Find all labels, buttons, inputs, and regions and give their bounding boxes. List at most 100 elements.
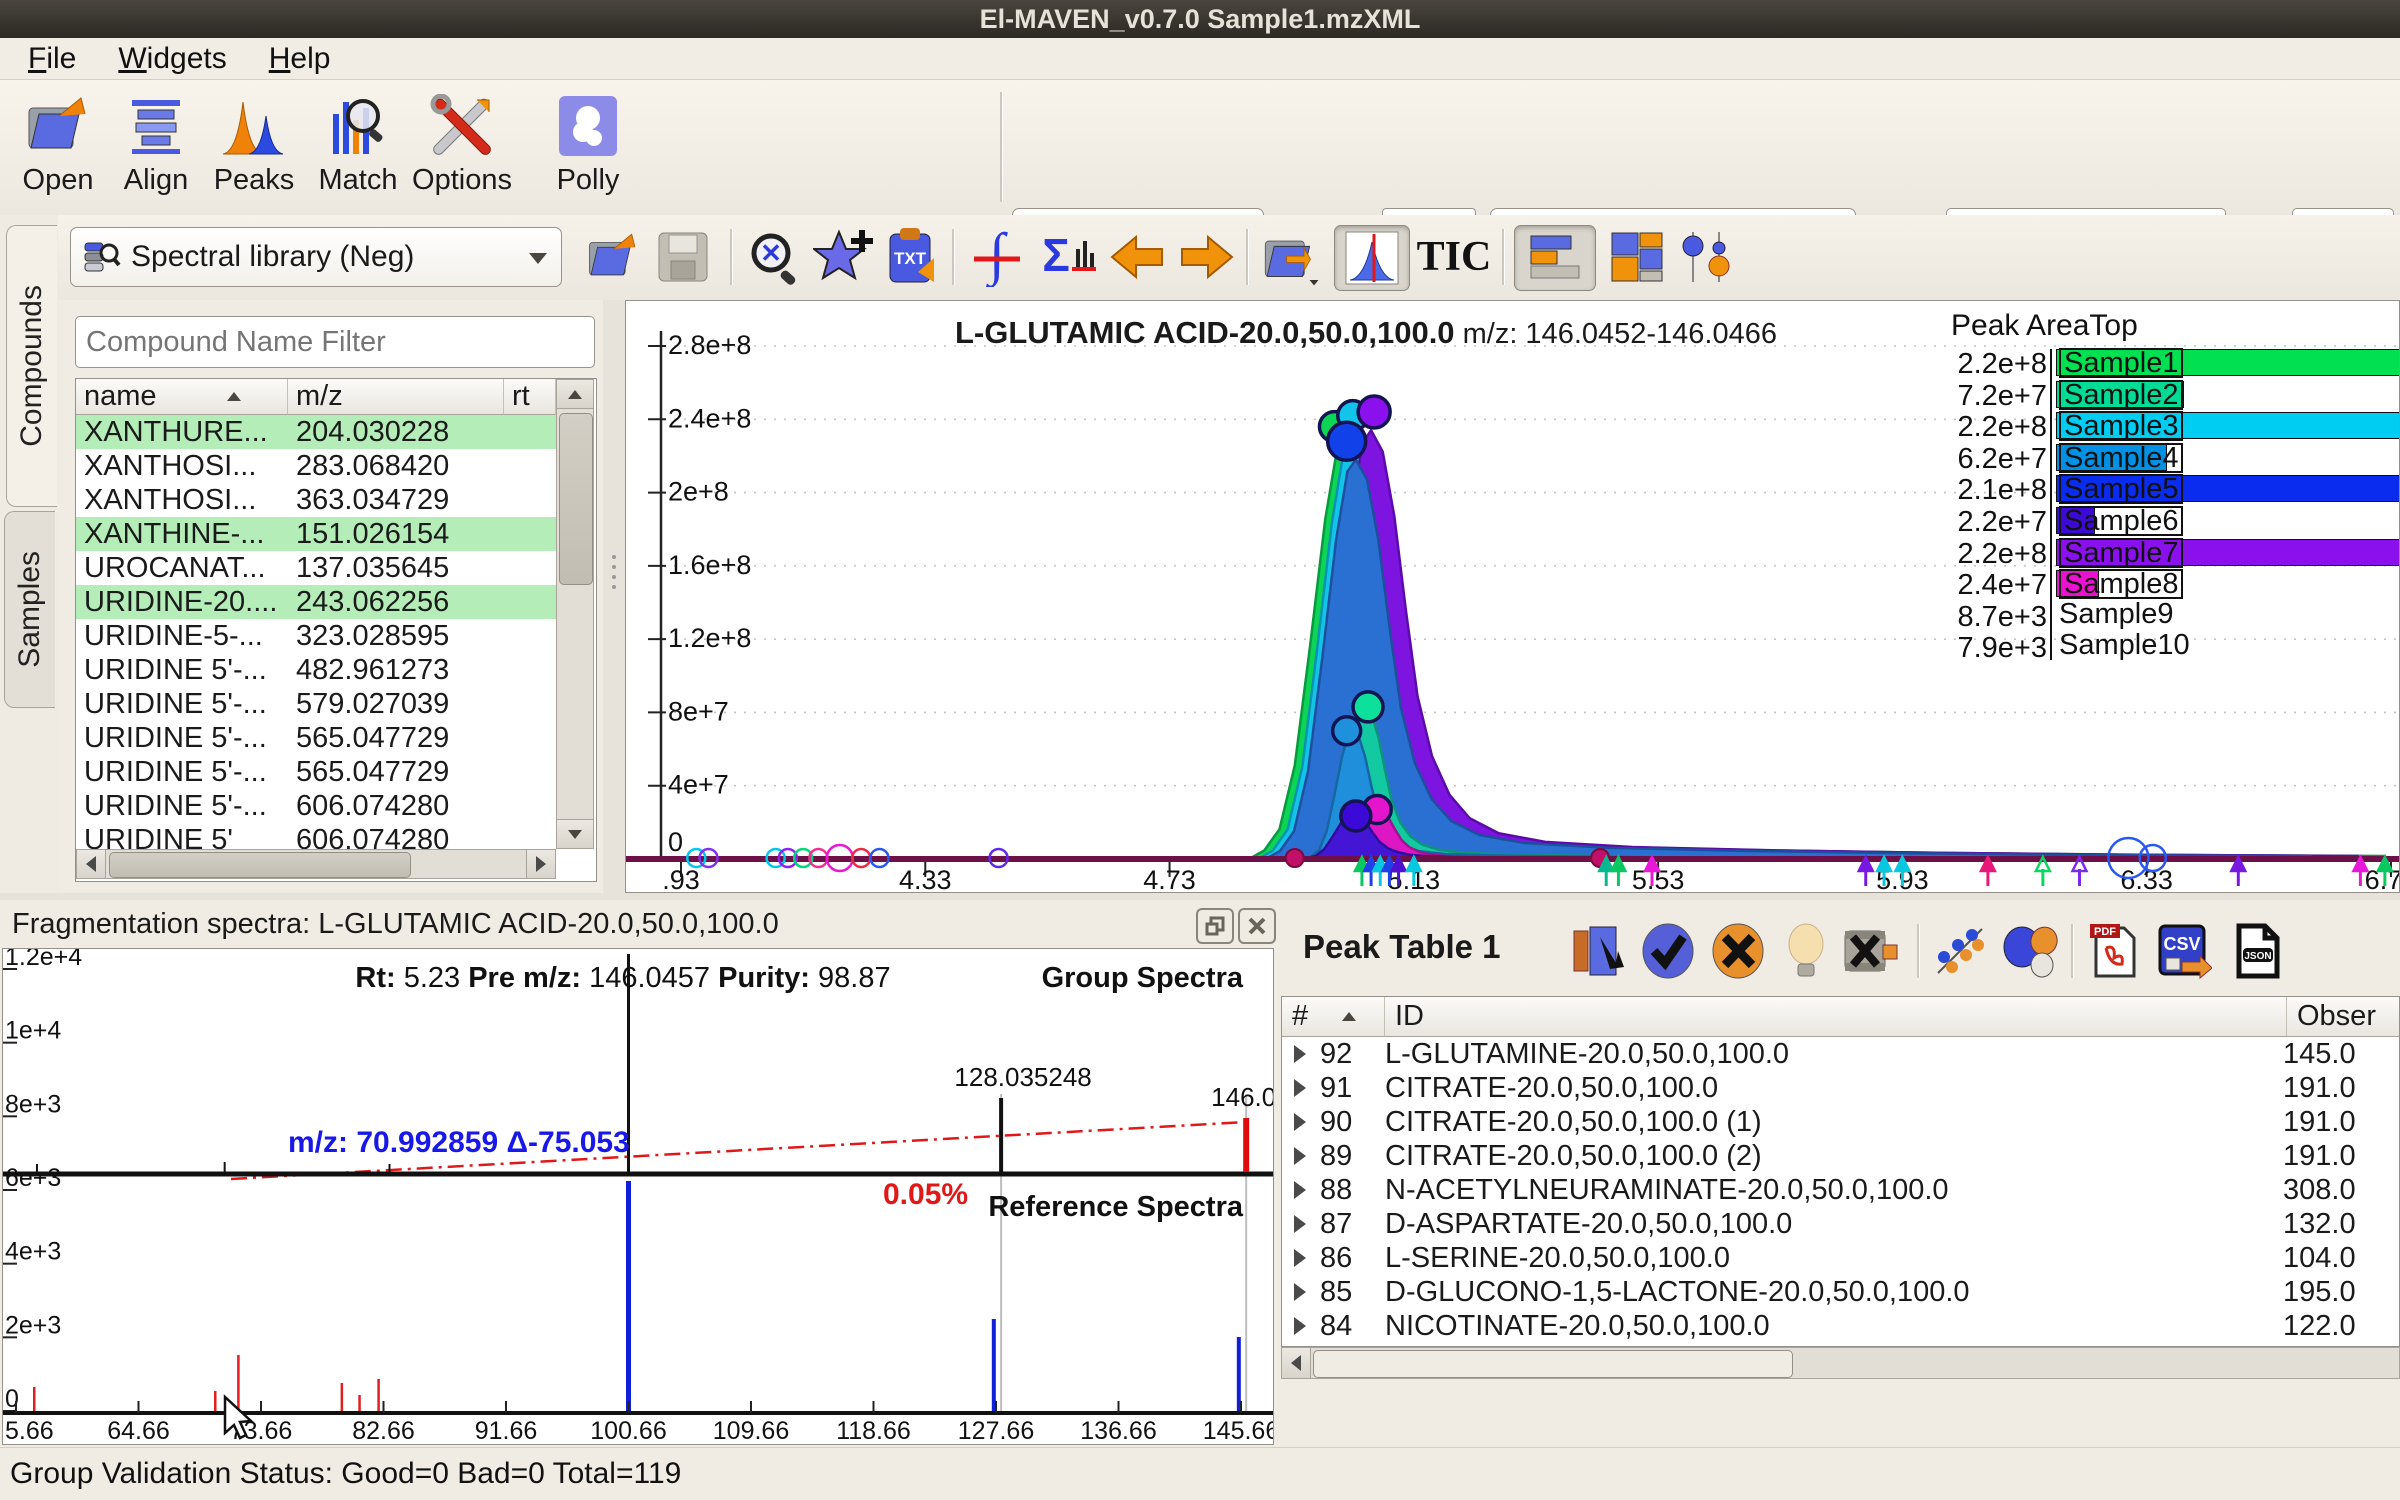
legend-label[interactable]: Sample10: [2059, 632, 2190, 658]
expand-icon[interactable]: [1294, 1113, 1306, 1131]
expand-icon[interactable]: [1294, 1215, 1306, 1233]
options-button[interactable]: Options: [414, 90, 510, 208]
open-button[interactable]: Open: [10, 90, 106, 208]
legend-label[interactable]: Sample3: [2059, 411, 2183, 441]
expand-icon[interactable]: [1294, 1147, 1306, 1165]
export-json-button[interactable]: JSON: [2227, 920, 2289, 982]
isotope-plot-button[interactable]: [1604, 225, 1670, 289]
legend-label[interactable]: Sample2: [2059, 380, 2183, 410]
legend-label[interactable]: Sample8: [2059, 569, 2183, 599]
polly-button[interactable]: Polly: [540, 90, 636, 208]
export-pdf-button[interactable]: PDF: [2083, 920, 2145, 982]
compound-row[interactable]: URIDINE 5'-...482.961273: [76, 653, 556, 687]
scroll-thumb[interactable]: [559, 413, 593, 585]
peak-table-row[interactable]: 85D-GLUCONO-1,5-LACTONE-20.0,50.0,100.01…: [1282, 1275, 2400, 1309]
scroll-left-icon[interactable]: [76, 849, 106, 879]
menu-help[interactable]: Help: [255, 42, 345, 76]
peak-table-row[interactable]: 86L-SERINE-20.0,50.0,100.0104.0: [1282, 1241, 2400, 1275]
scatter-plot-button[interactable]: [1929, 920, 1991, 982]
spectral-library-combobox[interactable]: Spectral library (Neg): [70, 227, 562, 287]
compound-row[interactable]: XANTHINE-...151.026154: [76, 517, 556, 551]
compound-row[interactable]: XANTHOSI...283.068420: [76, 449, 556, 483]
align-button[interactable]: Align: [108, 90, 204, 208]
close-panel-button[interactable]: [1238, 908, 1276, 944]
peak-table-col-header-2[interactable]: Obser: [2287, 997, 2400, 1037]
show-tic-button[interactable]: TIC: [1416, 225, 1492, 289]
scroll-left-icon[interactable]: [1281, 1347, 1311, 1379]
compound-col-header-2[interactable]: rt: [504, 379, 556, 415]
peak-table-col-header-0[interactable]: #: [1282, 997, 1385, 1037]
scroll-up-icon[interactable]: [556, 379, 594, 409]
next-group-button[interactable]: [1174, 225, 1240, 289]
match-button[interactable]: Match: [310, 90, 406, 208]
peak-table-row[interactable]: 92L-GLUTAMINE-20.0,50.0,100.0145.0: [1282, 1037, 2400, 1071]
compound-col-header-1[interactable]: m/z: [288, 379, 504, 415]
compound-col-header-0[interactable]: name: [76, 379, 288, 415]
compound-row[interactable]: URIDINE 5'-...565.047729: [76, 721, 556, 755]
delete-group-button[interactable]: [1839, 920, 1901, 982]
scroll-down-icon[interactable]: [556, 819, 594, 849]
bookmark-button[interactable]: [810, 225, 876, 289]
peak-table-row[interactable]: 89CITRATE-20.0,50.0,100.0 (2)191.0: [1282, 1139, 2400, 1173]
edit-group-button[interactable]: [1567, 920, 1629, 982]
legend-label[interactable]: Sample5: [2059, 474, 2183, 504]
peak-table-row[interactable]: 88N-ACETYLNEURAMINATE-20.0,50.0,100.0308…: [1282, 1173, 2400, 1207]
compound-row[interactable]: URIDINE 5'-...565.047729: [76, 755, 556, 789]
mark-bad-button[interactable]: [1707, 920, 1769, 982]
legend-label[interactable]: Sample1: [2059, 348, 2183, 378]
fragmentation-plot[interactable]: 1.2e+41e+48e+36e+34e+32e+30128.035248146…: [2, 948, 1274, 1445]
peak-table[interactable]: #IDObser92L-GLUTAMINE-20.0,50.0,100.0145…: [1281, 996, 2400, 1347]
compound-row[interactable]: URIDINE-20....243.062256: [76, 585, 556, 619]
compound-row[interactable]: URIDINE-5-...323.028595: [76, 619, 556, 653]
vertical-splitter[interactable]: [603, 300, 625, 893]
eic-plot[interactable]: 2.8e+82.4e+82e+81.6e+81.2e+88e+74e+70.93…: [625, 300, 2400, 893]
cluster-button[interactable]: [1999, 920, 2061, 982]
menu-widgets[interactable]: Widgets: [104, 42, 240, 76]
expand-icon[interactable]: [1294, 1181, 1306, 1199]
title-bar[interactable]: El-MAVEN_v0.7.0 Sample1.mzXML: [0, 0, 2400, 38]
peak-table-col-header-1[interactable]: ID: [1385, 997, 2287, 1037]
peak-table-hscrollbar[interactable]: [1281, 1347, 2400, 1381]
tab-compounds[interactable]: Compounds: [6, 225, 57, 507]
float-panel-button[interactable]: [1196, 908, 1234, 944]
legend-label[interactable]: Sample6: [2059, 506, 2183, 536]
compound-filter-input[interactable]: [75, 316, 595, 368]
peak-table-row[interactable]: 84NICOTINATE-20.0,50.0,100.0122.0: [1282, 1309, 2400, 1343]
compound-row[interactable]: XANTHOSI...363.034729: [76, 483, 556, 517]
barplot-button[interactable]: [1514, 225, 1596, 291]
unmark-button[interactable]: [1775, 920, 1837, 982]
compound-row[interactable]: URIDINE 5'-...606.074280: [76, 789, 556, 823]
menu-file[interactable]: File: [14, 42, 90, 76]
spectra-sum-button[interactable]: Σ: [1034, 225, 1100, 289]
legend-label[interactable]: Sample9: [2059, 601, 2173, 627]
export-txt-button[interactable]: TXT: [878, 225, 944, 289]
tab-samples[interactable]: Samples: [4, 511, 55, 708]
reset-zoom-button[interactable]: ✕: [742, 225, 808, 289]
scroll-right-icon[interactable]: [526, 849, 556, 879]
scroll-thumb[interactable]: [109, 852, 411, 878]
load-library-button[interactable]: [580, 225, 646, 289]
legend-label[interactable]: Sample4: [2059, 443, 2183, 473]
peak-table-row[interactable]: 87D-ASPARTATE-20.0,50.0,100.0132.0: [1282, 1207, 2400, 1241]
expand-icon[interactable]: [1294, 1079, 1306, 1097]
expand-icon[interactable]: [1294, 1249, 1306, 1267]
peak-table-row[interactable]: 91CITRATE-20.0,50.0,100.0191.0: [1282, 1071, 2400, 1105]
export-folder-button[interactable]: [1258, 225, 1324, 289]
scroll-thumb[interactable]: [1313, 1350, 1793, 1378]
compound-row[interactable]: XANTHURE...204.030228: [76, 415, 556, 449]
mark-good-button[interactable]: [1637, 920, 1699, 982]
horizontal-splitter[interactable]: [0, 893, 2400, 900]
show-eic-button[interactable]: [1334, 225, 1410, 291]
boxplot-button[interactable]: [1674, 225, 1740, 289]
compound-row[interactable]: URIDINE 5'-...579.027039: [76, 687, 556, 721]
save-library-button[interactable]: [650, 225, 716, 289]
peak-table-row[interactable]: 90CITRATE-20.0,50.0,100.0 (1)191.0: [1282, 1105, 2400, 1139]
export-csv-button[interactable]: CSV: [2153, 920, 2215, 982]
expand-icon[interactable]: [1294, 1283, 1306, 1301]
expand-icon[interactable]: [1294, 1317, 1306, 1335]
compound-row[interactable]: UROCANAT...137.035645: [76, 551, 556, 585]
legend-label[interactable]: Sample7: [2059, 538, 2183, 568]
previous-group-button[interactable]: [1104, 225, 1170, 289]
integrate-area-button[interactable]: ∫: [964, 225, 1030, 289]
peaks-button[interactable]: Peaks: [206, 90, 302, 208]
